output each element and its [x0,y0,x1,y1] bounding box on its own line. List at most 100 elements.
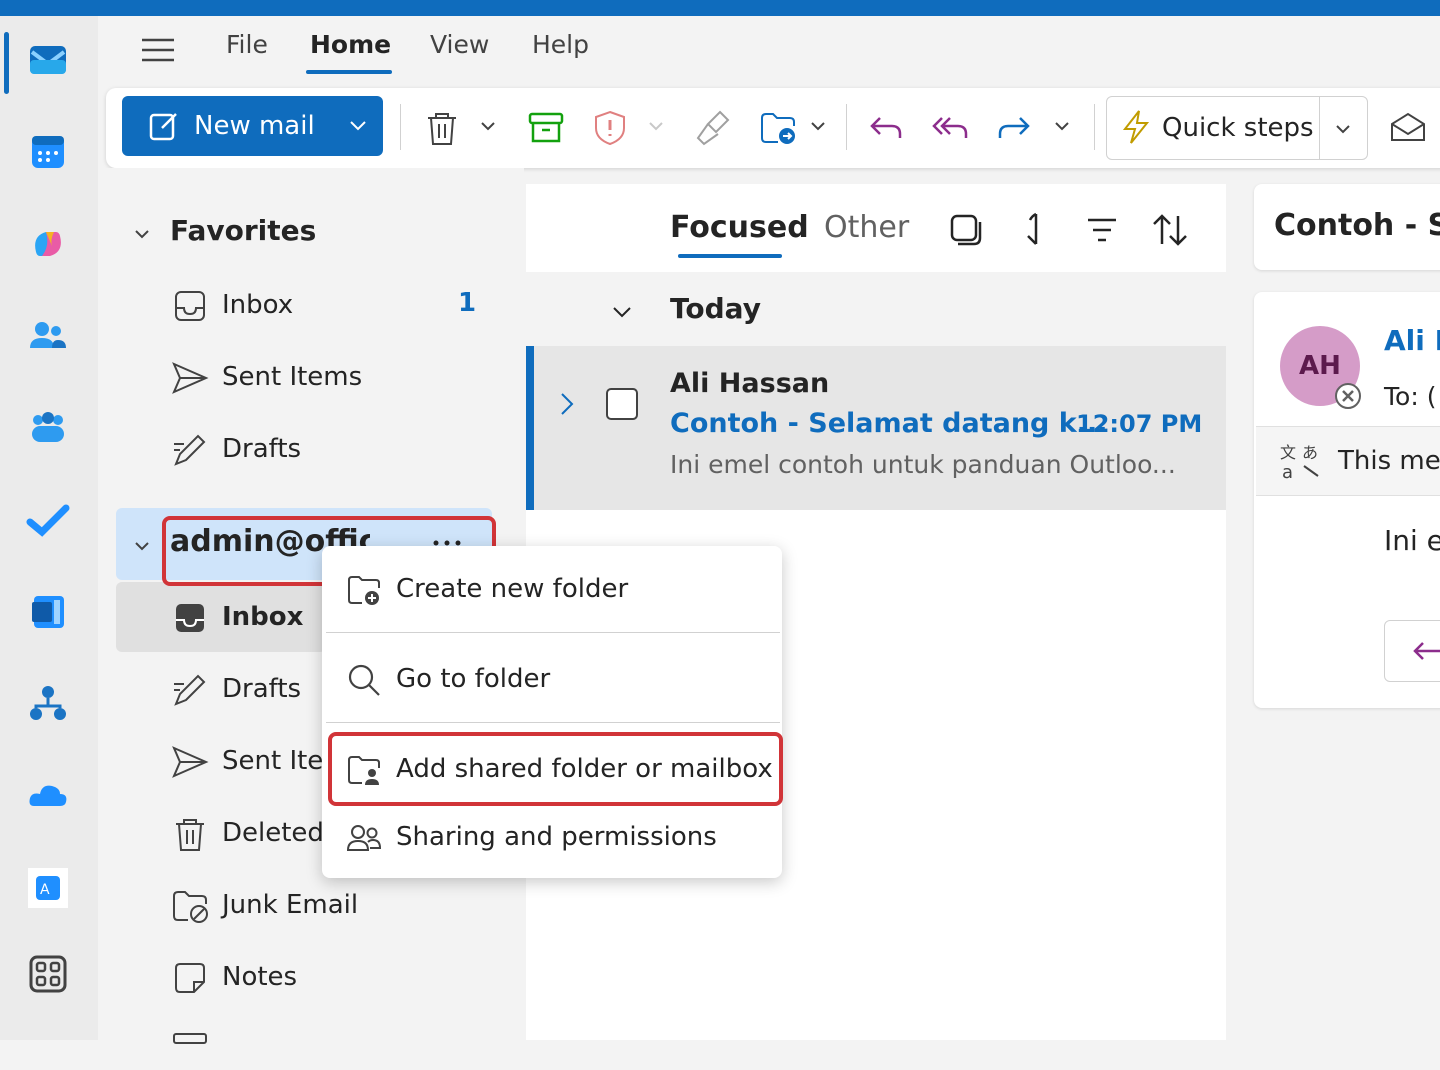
inbox-icon [176,604,204,632]
tab-help[interactable]: Help [532,30,589,59]
chevron-down-icon[interactable] [1333,119,1353,139]
chevron-down-icon[interactable] [646,116,666,136]
reply-icon [1413,642,1440,660]
folder-item-junk[interactable]: Junk Email [222,890,358,920]
sent-icon [172,362,209,394]
folder-item-inbox[interactable]: Inbox [222,602,303,632]
favorites-item-sent[interactable]: Sent Items [222,362,362,392]
org-app-icon[interactable] [26,682,70,726]
tab-focused[interactable]: Focused [670,210,809,245]
chevron-down-icon[interactable] [610,300,634,324]
tab-file[interactable]: File [226,30,268,59]
folder-item-deleted[interactable]: Deleted [222,818,324,848]
ribbon-divider [400,104,401,150]
title-bar [0,0,1440,16]
highlight-box-add-shared [328,732,783,806]
tab-view[interactable]: View [430,30,489,59]
reply-all-icon[interactable] [930,108,970,148]
translator-app-icon[interactable]: A [26,866,70,910]
svg-text:文: 文 [1280,443,1296,462]
svg-text:a: a [1282,462,1293,482]
calendar-app-icon[interactable] [26,130,70,174]
copilot-app-icon[interactable] [26,222,70,266]
filter-icon[interactable] [1082,210,1122,250]
new-mail-label: New mail [194,111,315,141]
ribbon-divider [846,104,847,150]
folder-item-sent[interactable]: Sent Iter [222,746,334,776]
favorites-item-inbox[interactable]: Inbox [222,290,293,320]
chevron-down-icon[interactable] [132,536,152,556]
chevron-down-icon[interactable] [348,118,368,134]
archive-icon [173,1033,207,1044]
select-icon[interactable] [946,210,986,250]
notes-icon [175,963,205,993]
chevron-down-icon[interactable] [808,116,828,136]
archive-icon[interactable] [526,108,566,148]
menu-item-sharing-permissions[interactable]: Sharing and permissions [396,822,717,852]
compose-icon [149,113,177,141]
message-preview: Ini emel contoh untuk panduan Outloo... [670,450,1176,479]
chevron-down-icon[interactable] [478,116,498,136]
message-sender: Ali Hassan [670,368,830,399]
new-mail-button[interactable]: New mail [122,96,383,156]
message-checkbox[interactable] [604,386,640,422]
todo-app-icon[interactable] [26,498,70,542]
mail-app-icon[interactable] [26,38,70,82]
move-to-folder-icon[interactable] [758,108,798,148]
favorites-item-drafts[interactable]: Drafts [222,434,301,464]
svg-text:A: A [40,882,50,898]
rail-active-indicator [4,32,9,94]
report-icon[interactable] [590,108,630,148]
hamburger-menu-icon[interactable] [140,36,176,64]
tab-other[interactable]: Other [824,210,909,245]
favorites-header[interactable]: Favorites [170,214,316,247]
quick-steps-button[interactable]: Quick steps [1106,96,1368,160]
folder-item-drafts[interactable]: Drafts [222,674,301,704]
menu-item-create-folder[interactable]: Create new folder [396,574,628,604]
lightning-icon [1122,110,1150,144]
chevron-right-icon[interactable] [556,390,578,418]
reply-button[interactable] [1384,620,1440,682]
sort-icon[interactable] [1150,210,1190,250]
sweep-icon[interactable] [694,108,734,148]
reply-icon[interactable] [866,108,906,148]
delete-icon [176,819,204,851]
search-icon [348,664,380,696]
jump-to-icon[interactable] [1014,210,1054,250]
more-apps-icon[interactable] [26,952,70,996]
ribbon-divider [1094,104,1095,150]
sent-icon [172,746,209,778]
chevron-down-icon[interactable] [1052,116,1072,136]
message-subject: Contoh - Selamat datang k... [670,408,1108,439]
svg-text:あ: あ [1302,443,1318,462]
quick-steps-label: Quick steps [1162,113,1314,143]
group-label-today: Today [670,292,761,325]
people-app-icon[interactable] [26,314,70,358]
tab-home-underline [306,70,392,74]
menu-divider [326,722,780,723]
menu-divider [326,632,780,633]
drafts-icon [174,674,206,706]
translation-notice: This mes [1338,446,1440,476]
delete-icon[interactable] [422,108,462,148]
word-app-icon[interactable] [26,590,70,634]
reading-pane-body: Ini e [1384,524,1440,557]
tab-focused-underline [678,254,782,258]
mark-read-icon[interactable] [1388,108,1428,148]
chevron-down-icon[interactable] [132,224,152,244]
folder-add-icon [348,576,380,605]
groups-app-icon[interactable] [26,406,70,450]
people-icon [346,825,382,851]
drafts-icon [174,434,206,466]
onedrive-app-icon[interactable] [26,774,70,818]
forward-icon[interactable] [994,108,1034,148]
tab-home[interactable]: Home [310,30,391,59]
folder-item-notes[interactable]: Notes [222,962,297,992]
presence-offline-icon [1335,383,1361,409]
message-selected-indicator [526,346,534,510]
reading-pane-sender[interactable]: Ali H [1384,324,1440,357]
junk-icon [173,891,208,923]
menu-item-go-to-folder[interactable]: Go to folder [396,664,550,694]
inbox-icon [175,291,205,321]
reading-pane-to: To: ( [1384,382,1437,411]
